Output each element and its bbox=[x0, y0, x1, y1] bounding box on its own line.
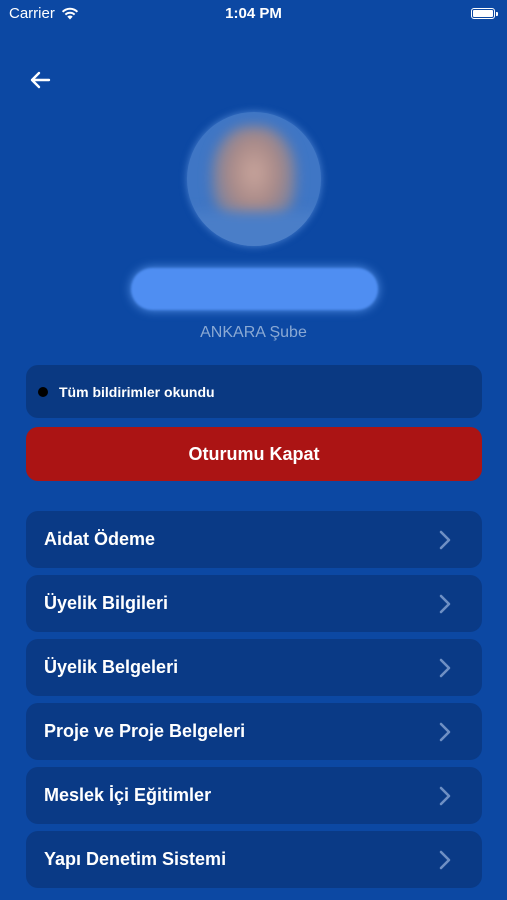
back-button[interactable] bbox=[24, 64, 56, 96]
branch-label: ANKARA Şube bbox=[200, 324, 307, 341]
menu-item-label: Proje ve Proje Belgeleri bbox=[44, 721, 246, 741]
status-time: 1:04 PM bbox=[225, 5, 282, 22]
user-name-redacted bbox=[131, 268, 378, 310]
battery-icon bbox=[471, 8, 498, 19]
chevron-right-icon bbox=[439, 658, 451, 677]
avatar[interactable] bbox=[187, 112, 321, 246]
chevron-right-icon bbox=[439, 530, 451, 549]
chevron-right-icon bbox=[439, 850, 451, 869]
menu-item-label: Üyelik Bilgileri bbox=[44, 593, 169, 613]
menu-item-meslek-ici-egitimler[interactable]: Meslek İçi Eğitimler bbox=[26, 767, 482, 824]
chevron-right-icon bbox=[439, 594, 451, 613]
menu-item-label: Aidat Ödeme bbox=[44, 529, 156, 549]
menu-list: Aidat Ödeme Üyelik Bilgileri Üyelik Belg… bbox=[26, 511, 482, 895]
menu-item-label: Üyelik Belgeleri bbox=[44, 657, 179, 677]
status-bar: Carrier 1:04 PM bbox=[0, 0, 507, 28]
menu-item-yapi-denetim-sistemi[interactable]: Yapı Denetim Sistemi bbox=[26, 831, 482, 888]
notification-status: Tüm bildirimler okundu bbox=[26, 365, 482, 418]
menu-item-uyelik-belgeleri[interactable]: Üyelik Belgeleri bbox=[26, 639, 482, 696]
menu-item-aidat-odeme[interactable]: Aidat Ödeme bbox=[26, 511, 482, 568]
arrow-left-icon bbox=[30, 71, 51, 89]
menu-item-proje-belgeleri[interactable]: Proje ve Proje Belgeleri bbox=[26, 703, 482, 760]
menu-item-uyelik-bilgileri[interactable]: Üyelik Bilgileri bbox=[26, 575, 482, 632]
notification-text: Tüm bildirimler okundu bbox=[59, 383, 215, 400]
chevron-right-icon bbox=[439, 722, 451, 741]
status-dot-icon bbox=[38, 386, 48, 397]
menu-item-label: Meslek İçi Eğitimler bbox=[44, 785, 212, 805]
menu-item-label: Yapı Denetim Sistemi bbox=[44, 849, 227, 869]
logout-button[interactable]: Oturumu Kapat bbox=[26, 427, 482, 481]
chevron-right-icon bbox=[439, 786, 451, 805]
